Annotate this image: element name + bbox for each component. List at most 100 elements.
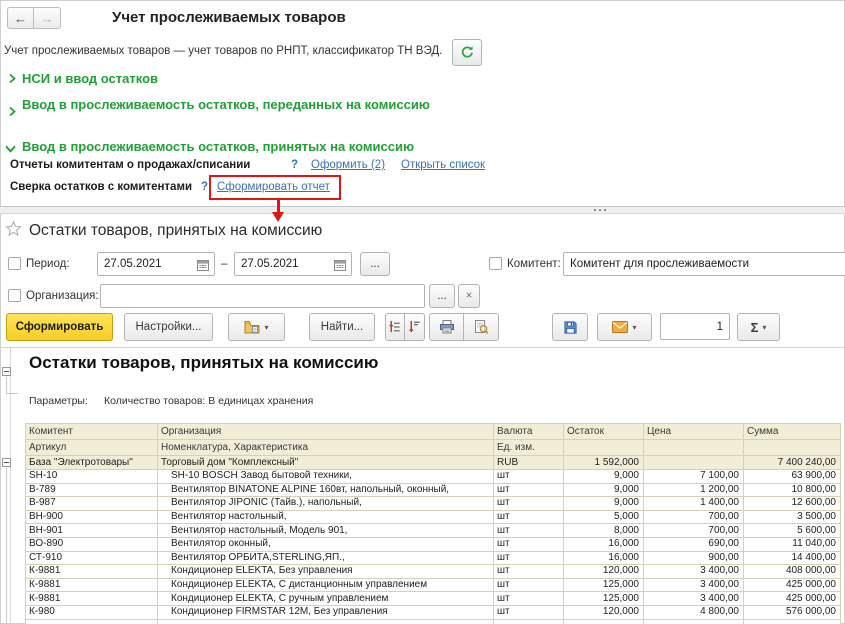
sum-button[interactable]: Σ ▾ xyxy=(737,313,780,341)
print-button[interactable] xyxy=(429,313,464,341)
find-button[interactable]: Найти... xyxy=(309,313,375,341)
organization-cell[interactable]: Торговый дом "Комплексный" xyxy=(157,455,494,470)
qty-cell[interactable]: 120,000 xyxy=(563,604,644,620)
artikul-cell[interactable]: B-789 xyxy=(25,482,158,498)
qty-cell[interactable]: 9,000 xyxy=(563,482,644,498)
price-cell[interactable]: 700,00 xyxy=(643,523,744,538)
nomenclature-cell[interactable]: Кондиционер FIRMSTAR 12М, Без управления xyxy=(157,604,494,620)
unit-cell[interactable]: шт xyxy=(493,536,564,552)
collapse-groups-button[interactable] xyxy=(385,313,405,341)
page-number-input[interactable] xyxy=(660,313,730,340)
nomenclature-cell[interactable]: Кондиционер ELEKTA, С дистанционным упра… xyxy=(157,577,494,593)
generate-button[interactable]: Сформировать xyxy=(6,313,113,341)
forward-button[interactable]: → xyxy=(34,7,61,29)
organization-more-button[interactable]: ... xyxy=(429,284,455,308)
section-transferred[interactable]: Ввод в прослеживаемость остатков, переда… xyxy=(7,97,452,117)
help-icon[interactable]: ? xyxy=(291,159,298,171)
artikul-cell[interactable]: ВН-900 xyxy=(25,509,158,525)
artikul-cell[interactable]: К-9881 xyxy=(25,577,158,593)
artikul-cell[interactable]: SH-10 xyxy=(25,469,158,484)
artikul-cell[interactable]: ВО-890 xyxy=(25,536,158,552)
organization-checkbox[interactable] xyxy=(8,289,21,302)
qty-cell[interactable]: 125,000 xyxy=(563,591,644,606)
artikul-cell[interactable]: B-987 xyxy=(25,496,158,511)
sum-cell[interactable]: 5 600,00 xyxy=(743,523,841,538)
unit-cell[interactable]: шт xyxy=(493,604,564,620)
sum-cell[interactable]: 408 000,00 xyxy=(743,564,841,579)
sum-cell[interactable]: 63 900,00 xyxy=(743,469,841,484)
comitent-input[interactable] xyxy=(563,252,845,276)
favorite-star-icon[interactable] xyxy=(5,220,22,242)
nomenclature-cell[interactable]: Вентилятор настольный, Модель 901, xyxy=(157,523,494,538)
qty-cell[interactable]: 1 592,000 xyxy=(563,455,644,470)
save-button[interactable] xyxy=(552,313,588,341)
price-cell[interactable]: 3 400,00 xyxy=(643,577,744,593)
qty-cell[interactable]: 120,000 xyxy=(563,564,644,579)
qty-cell[interactable]: 9,000 xyxy=(563,469,644,484)
settings-button[interactable]: Настройки... xyxy=(124,313,213,341)
unit-cell[interactable]: шт xyxy=(493,564,564,579)
organization-input[interactable] xyxy=(100,284,425,308)
comitent-cell[interactable]: База "Электротовары" xyxy=(25,455,158,470)
unit-cell[interactable]: шт xyxy=(493,496,564,511)
comitent-checkbox[interactable] xyxy=(489,257,502,270)
sum-cell[interactable]: 14 400,00 xyxy=(743,550,841,566)
sum-cell[interactable]: 425 000,00 xyxy=(743,577,841,593)
window-splitter[interactable] xyxy=(0,206,845,214)
report-variants-button[interactable]: ▾ xyxy=(228,313,285,341)
organization-clear-button[interactable]: × xyxy=(458,284,480,308)
artikul-cell[interactable]: ВН-901 xyxy=(25,523,158,538)
nomenclature-cell[interactable]: Кондиционер ELEKTA, С ручным управлением xyxy=(157,591,494,606)
calendar-icon[interactable] xyxy=(334,258,346,276)
price-cell[interactable]: 1 400,00 xyxy=(643,496,744,511)
sum-cell[interactable]: 12 600,00 xyxy=(743,496,841,511)
price-cell[interactable]: 690,00 xyxy=(643,536,744,552)
sum-cell[interactable]: 3 500,00 xyxy=(743,509,841,525)
qty-cell[interactable]: 8,000 xyxy=(563,523,644,538)
unit-cell[interactable]: шт xyxy=(493,577,564,593)
qty-cell[interactable]: 16,000 xyxy=(563,550,644,566)
price-cell[interactable]: 3 400,00 xyxy=(643,564,744,579)
report-expander[interactable] xyxy=(2,367,11,376)
qty-cell[interactable]: 9,000 xyxy=(563,496,644,511)
link-oformit[interactable]: Оформить (2) xyxy=(311,159,385,171)
period-checkbox[interactable] xyxy=(8,257,21,270)
nomenclature-cell[interactable]: Вентилятор ОРБИТА,STERLING,ЯП., xyxy=(157,550,494,566)
currency-cell[interactable]: RUB xyxy=(493,455,564,470)
nomenclature-cell[interactable]: SH-10 BOSCH Завод бытовой техники, xyxy=(157,469,494,484)
refresh-button[interactable] xyxy=(452,39,482,66)
price-cell[interactable] xyxy=(643,455,744,470)
expand-groups-button[interactable] xyxy=(405,313,425,341)
unit-cell[interactable]: шт xyxy=(493,523,564,538)
send-email-button[interactable]: ▾ xyxy=(597,313,652,341)
sum-cell[interactable]: 7 400 240,00 xyxy=(743,455,841,470)
qty-cell[interactable]: 5,000 xyxy=(563,509,644,525)
unit-cell[interactable]: шт xyxy=(493,469,564,484)
unit-cell[interactable]: шт xyxy=(493,509,564,525)
unit-cell[interactable]: шт xyxy=(493,550,564,566)
sum-cell[interactable]: 10 800,00 xyxy=(743,482,841,498)
sum-cell[interactable]: 425 000,00 xyxy=(743,591,841,606)
artikul-cell[interactable]: СТ-910 xyxy=(25,550,158,566)
qty-cell[interactable]: 125,000 xyxy=(563,577,644,593)
price-cell[interactable]: 3 400,00 xyxy=(643,591,744,606)
price-cell[interactable]: 700,00 xyxy=(643,509,744,525)
qty-cell[interactable]: 16,000 xyxy=(563,536,644,552)
help-icon[interactable]: ? xyxy=(201,181,208,193)
nomenclature-cell[interactable]: Вентилятор BINATONE ALPINE 160вт, наполь… xyxy=(157,482,494,498)
sum-cell[interactable]: 11 040,00 xyxy=(743,536,841,552)
price-cell[interactable]: 1 200,00 xyxy=(643,482,744,498)
back-button[interactable]: ← xyxy=(7,7,34,29)
calendar-icon[interactable] xyxy=(197,258,209,276)
period-more-button[interactable]: ... xyxy=(360,252,390,276)
price-cell[interactable]: 4 800,00 xyxy=(643,604,744,620)
nomenclature-cell[interactable]: Вентилятор JIPONIC (Тайв.), напольный, xyxy=(157,496,494,511)
section-accepted[interactable]: Ввод в прослеживаемость остатков, принят… xyxy=(5,139,525,154)
nomenclature-cell[interactable]: Вентилятор оконный, xyxy=(157,536,494,552)
artikul-cell[interactable]: К-9881 xyxy=(25,564,158,579)
nomenclature-cell[interactable]: Кондиционер ELEKTA, Без управления xyxy=(157,564,494,579)
nomenclature-cell[interactable]: Вентилятор настольный, xyxy=(157,509,494,525)
unit-cell[interactable]: шт xyxy=(493,591,564,606)
sum-cell[interactable]: 576 000,00 xyxy=(743,604,841,620)
artikul-cell[interactable]: К-9881 xyxy=(25,591,158,606)
